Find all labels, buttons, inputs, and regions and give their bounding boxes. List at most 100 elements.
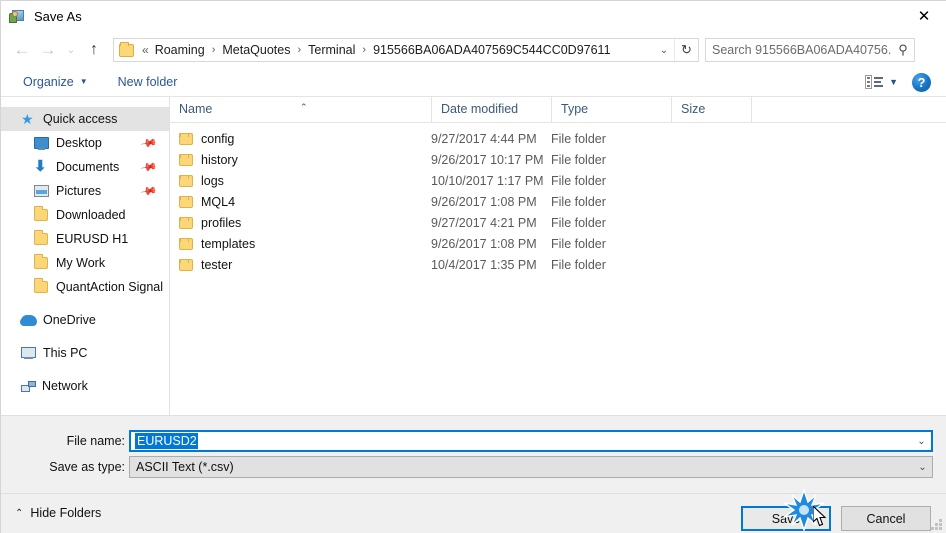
change-view-icon[interactable]	[865, 75, 884, 89]
sidebar-item-this-pc[interactable]: This PC	[1, 341, 169, 365]
chevron-down-icon[interactable]: ⌄	[912, 432, 931, 450]
save-as-type-label: Save as type:	[49, 460, 125, 474]
resize-grip[interactable]	[931, 519, 943, 531]
column-header-size[interactable]: Size	[671, 97, 751, 122]
sidebar-item-network[interactable]: Network	[1, 374, 169, 398]
breadcrumb-item-roaming[interactable]: Roaming	[151, 43, 209, 57]
sidebar-item-quantaction-signal[interactable]: QuantAction Signal	[1, 275, 169, 299]
column-header-date-modified[interactable]: Date modified	[431, 97, 551, 122]
up-one-level-button[interactable]: ↑	[81, 37, 107, 63]
breadcrumb-item-terminal[interactable]: Terminal	[304, 43, 359, 57]
organize-label: Organize	[23, 74, 74, 89]
organize-button[interactable]: Organize ▼	[15, 70, 96, 94]
pictures-icon	[34, 183, 50, 199]
column-header-type[interactable]: Type	[551, 97, 671, 122]
table-row[interactable]: config 9/27/2017 4:44 PM File folder	[170, 128, 946, 149]
hide-folders-button[interactable]: ⌃ Hide Folders	[15, 506, 101, 520]
close-icon: ✕	[917, 8, 931, 25]
sidebar-item-quick-access[interactable]: ★ Quick access	[1, 107, 169, 131]
breadcrumb-item-terminal-id[interactable]: 915566BA06ADA407569C544CC0D97611	[369, 43, 614, 57]
back-button[interactable]: ←	[9, 37, 35, 63]
column-header-spacer	[751, 97, 946, 122]
view-options-dropdown[interactable]: ▼	[889, 77, 898, 87]
folder-icon	[179, 153, 193, 166]
recent-locations-button[interactable]: ⌄	[61, 37, 81, 63]
save-form: File name: EURUSD2 ⌄ Save as type: ASCII…	[1, 415, 946, 493]
save-as-type-select[interactable]: ASCII Text (*.csv) ⌄	[129, 456, 933, 478]
sidebar-item-desktop[interactable]: Desktop 📌	[1, 131, 169, 155]
chevron-down-icon[interactable]: ⌄	[913, 457, 932, 477]
table-row[interactable]: templates 9/26/2017 1:08 PM File folder	[170, 233, 946, 254]
file-name-input[interactable]: EURUSD2 ⌄	[129, 430, 933, 452]
sidebar-divider	[1, 365, 169, 374]
pin-icon[interactable]: 📌	[140, 134, 159, 153]
sidebar-item-label: This PC	[43, 346, 88, 360]
chevron-right-icon[interactable]: ›	[359, 44, 369, 56]
address-bar[interactable]: « Roaming › MetaQuotes › Terminal › 9155…	[113, 38, 699, 62]
sidebar-item-downloaded[interactable]: Downloaded	[1, 203, 169, 227]
sidebar-item-label: My Work	[56, 256, 106, 270]
cancel-button[interactable]: Cancel	[841, 506, 931, 531]
file-type: File folder	[551, 131, 606, 146]
new-folder-button[interactable]: New folder	[110, 70, 186, 94]
column-header-name[interactable]: ⌃ Name	[170, 97, 431, 122]
close-button[interactable]: ✕	[901, 1, 946, 32]
column-label: Name	[179, 102, 213, 116]
folder-icon	[179, 237, 193, 250]
dialog-body: ★ Quick access Desktop 📌 ⬇ Documents 📌 P…	[1, 97, 946, 415]
address-dropdown-button[interactable]: ⌄	[654, 39, 674, 61]
file-name-label: File name:	[66, 434, 125, 448]
sidebar-item-my-work[interactable]: My Work	[1, 251, 169, 275]
file-type: File folder	[551, 215, 606, 230]
file-date-modified: 9/27/2017 4:44 PM	[431, 131, 537, 146]
search-box[interactable]: Search 915566BA06ADA40756... ⚲	[705, 38, 915, 62]
search-icon: ⚲	[898, 42, 908, 57]
folder-icon	[179, 195, 193, 208]
chevron-right-icon[interactable]: ›	[294, 44, 304, 56]
file-date-modified: 9/26/2017 10:17 PM	[431, 152, 544, 167]
sidebar-item-onedrive[interactable]: OneDrive	[1, 308, 169, 332]
pin-icon[interactable]: 📌	[140, 182, 159, 201]
sidebar-item-eurusd-h1[interactable]: EURUSD H1	[1, 227, 169, 251]
help-button[interactable]: ?	[912, 72, 931, 92]
file-name: MQL4	[201, 194, 236, 209]
file-type: File folder	[551, 236, 606, 251]
save-as-app-icon	[9, 9, 25, 25]
folder-icon	[34, 279, 50, 295]
sidebar-divider	[1, 332, 169, 341]
file-name: config	[201, 131, 235, 146]
cancel-button-label: Cancel	[866, 511, 906, 526]
save-button[interactable]: Save	[741, 506, 831, 531]
breadcrumb-overflow-icon[interactable]: «	[138, 43, 151, 57]
hide-folders-label: Hide Folders	[30, 506, 102, 520]
forward-button[interactable]: →	[35, 37, 61, 63]
table-row[interactable]: history 9/26/2017 10:17 PM File folder	[170, 149, 946, 170]
sidebar-item-label: Network	[42, 379, 88, 393]
breadcrumb-item-metaquotes[interactable]: MetaQuotes	[218, 43, 294, 57]
folder-icon	[34, 255, 50, 271]
desktop-icon	[34, 135, 50, 151]
sidebar-item-pictures[interactable]: Pictures 📌	[1, 179, 169, 203]
sort-ascending-icon: ⌃	[300, 102, 308, 112]
search-input[interactable]: Search 915566BA06ADA40756...	[712, 43, 892, 57]
table-row[interactable]: MQL4 9/26/2017 1:08 PM File folder	[170, 191, 946, 212]
sidebar-item-documents[interactable]: ⬇ Documents 📌	[1, 155, 169, 179]
file-date-modified: 10/10/2017 1:17 PM	[431, 173, 544, 188]
sidebar-divider	[1, 299, 169, 308]
this-pc-icon	[21, 345, 37, 361]
chevron-right-icon[interactable]: ›	[209, 44, 219, 56]
table-row[interactable]: logs 10/10/2017 1:17 PM File folder	[170, 170, 946, 191]
folder-icon	[34, 207, 50, 223]
refresh-button[interactable]: ↻	[674, 39, 698, 61]
sidebar-item-label: OneDrive	[43, 313, 96, 327]
window-title: Save As	[34, 9, 82, 24]
arrow-right-icon: →	[39, 40, 57, 59]
pin-icon[interactable]: 📌	[140, 158, 159, 177]
refresh-icon: ↻	[681, 42, 692, 57]
file-date-modified: 9/26/2017 1:08 PM	[431, 236, 537, 251]
table-row[interactable]: tester 10/4/2017 1:35 PM File folder	[170, 254, 946, 275]
new-folder-label: New folder	[117, 74, 178, 89]
table-row[interactable]: profiles 9/27/2017 4:21 PM File folder	[170, 212, 946, 233]
file-name: logs	[201, 173, 224, 188]
caret-down-icon: ▼	[889, 77, 898, 87]
